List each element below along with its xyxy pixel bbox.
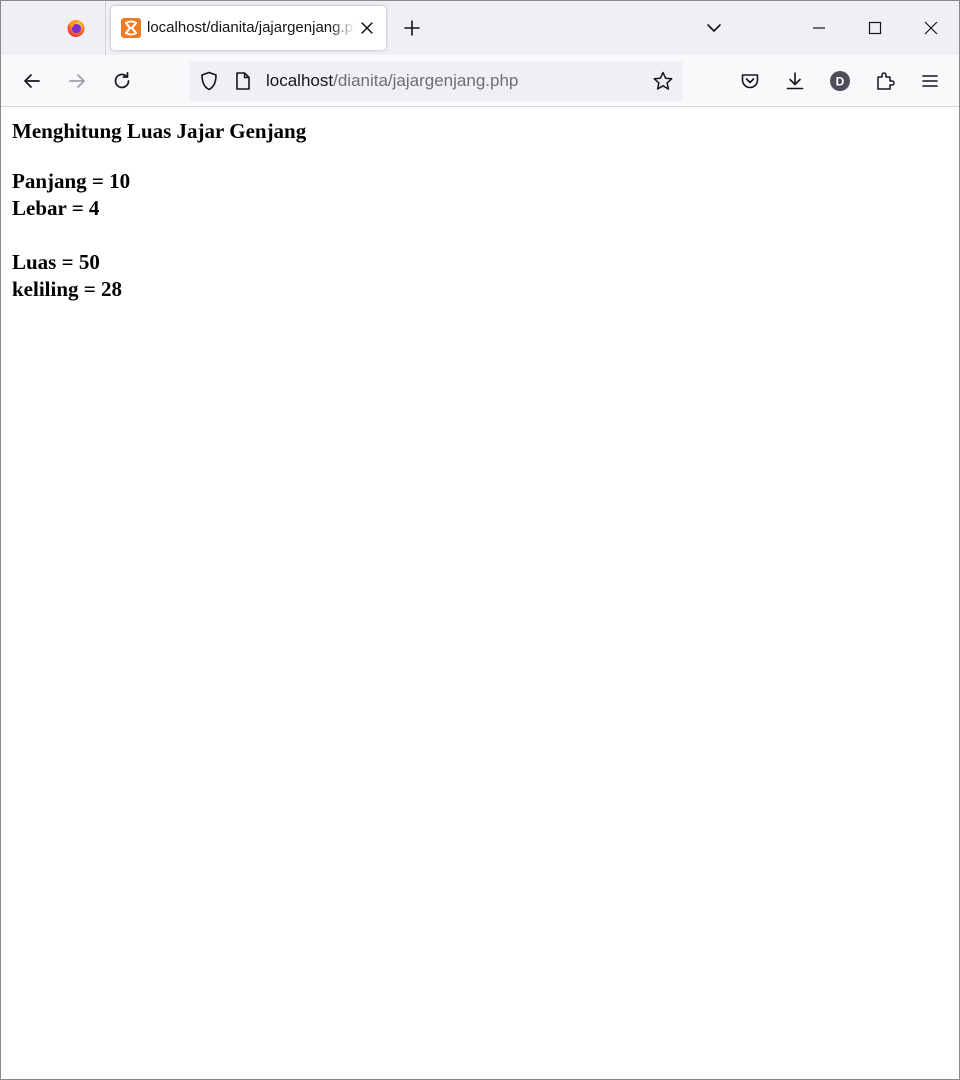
download-icon[interactable] [784,70,806,92]
page-info-icon[interactable] [233,70,253,92]
tab-title: localhost/dianita/jajargenjang.php [147,19,355,36]
panjang-line: Panjang = 10 [12,169,131,193]
close-tab-icon[interactable] [358,19,376,37]
firefox-icon[interactable] [66,18,86,38]
back-arrow-icon[interactable] [21,70,43,92]
tracking-protection-shield-icon[interactable] [198,70,220,92]
new-tab-icon[interactable] [402,18,422,38]
address-bar[interactable]: localhost/dianita/jajargenjang.php [189,61,683,101]
xampp-favicon-icon [121,18,141,38]
tab-strip: localhost/dianita/jajargenjang.php [1,1,959,55]
pocket-icon[interactable] [739,70,761,92]
url-path: /dianita/jajargenjang.php [333,71,519,90]
hamburger-menu-icon[interactable] [919,70,941,92]
minimize-icon[interactable] [809,18,829,38]
page-heading: Menghitung Luas Jajar Genjang [12,119,307,143]
reload-icon[interactable] [111,70,133,92]
keliling-result: keliling = 28 [12,277,122,301]
page-content: Menghitung Luas Jajar Genjang Panjang = … [1,107,959,1079]
extensions-puzzle-icon[interactable] [874,70,896,92]
tab-active[interactable]: localhost/dianita/jajargenjang.php [111,6,386,50]
close-window-icon[interactable] [921,18,941,38]
tab-separator [105,1,106,55]
chevron-down-icon[interactable] [704,18,724,38]
navigation-toolbar: localhost/dianita/jajargenjang.php D [1,55,959,107]
url-host: localhost [266,71,334,90]
account-avatar-icon[interactable]: D [829,70,851,92]
url-text[interactable]: localhost/dianita/jajargenjang.php [266,70,518,92]
bookmark-star-icon[interactable] [652,70,674,92]
lebar-line: Lebar = 4 [12,196,100,220]
maximize-icon[interactable] [865,18,885,38]
luas-result: Luas = 50 [12,250,100,274]
avatar-initial: D [836,75,845,89]
browser-window: localhost/dianita/jajargenjang.php local… [0,0,960,1080]
forward-arrow-icon[interactable] [66,70,88,92]
